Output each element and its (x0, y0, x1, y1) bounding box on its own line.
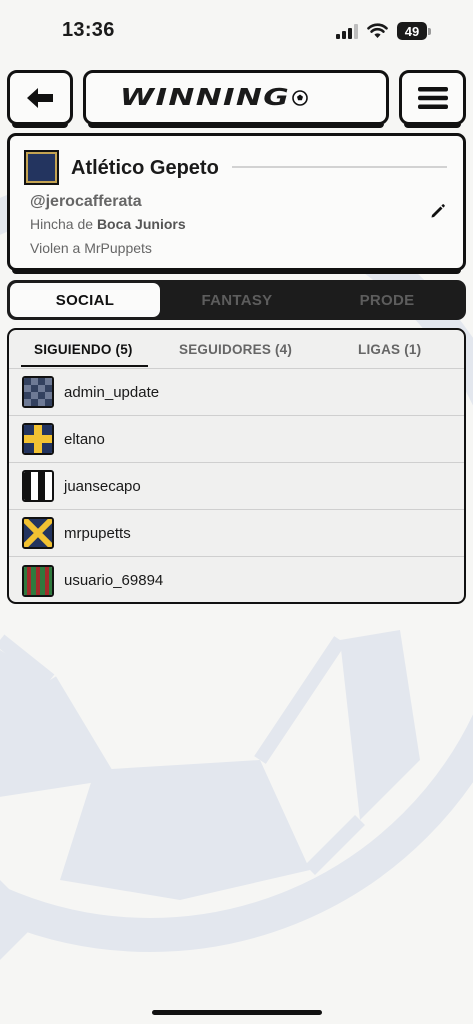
wifi-icon (367, 23, 388, 38)
username: @jerocafferata (30, 193, 142, 210)
user-name: usuario_69894 (64, 572, 164, 589)
tab-social[interactable]: SOCIAL (10, 283, 160, 317)
user-badge (22, 423, 54, 455)
profile-card: Atlético Gepeto @jerocafferata Hincha de… (7, 133, 466, 274)
user-badge (22, 376, 54, 408)
list-item[interactable]: juansecapo (9, 463, 464, 510)
social-list-card: SIGUIENDO (5) SEGUIDORES (4) LIGAS (1) a… (7, 328, 466, 604)
tab-fantasy[interactable]: FANTASY (162, 283, 312, 317)
status-time: 13:36 (62, 19, 115, 41)
user-name: admin_update (64, 383, 160, 401)
tab-prode[interactable]: PRODE (312, 283, 462, 317)
back-button[interactable] (7, 70, 73, 128)
hamburger-menu-icon (417, 86, 448, 109)
user-badge (22, 517, 54, 549)
list-item[interactable]: eltano (9, 416, 464, 463)
list-item[interactable]: usuario_69894 (9, 557, 464, 602)
menu-button[interactable] (399, 70, 466, 128)
supporter-of: Hincha de Boca Juniors (30, 216, 186, 232)
home-indicator[interactable] (152, 1010, 322, 1015)
active-tab-indicator (21, 365, 148, 367)
app-header: WINNING (7, 70, 466, 128)
app-logo: WINNING (83, 70, 389, 128)
team-name: Atlético Gepeto (71, 157, 219, 179)
tab-ligas[interactable]: LIGAS (1) (358, 342, 421, 357)
status-bar: 13:36 49 (0, 0, 473, 62)
tab-siguiendo[interactable]: SIGUIENDO (5) (34, 342, 133, 357)
battery-level: 49 (397, 22, 427, 40)
team-badge (24, 150, 59, 185)
user-badge (22, 470, 54, 502)
profile-bio: Violen a MrPuppets (30, 240, 152, 256)
social-sub-tabs: SIGUIENDO (5) SEGUIDORES (4) LIGAS (1) (9, 330, 464, 369)
tab-seguidores[interactable]: SEGUIDORES (4) (179, 342, 292, 357)
supporter-prefix: Hincha de (30, 216, 94, 232)
user-name: juansecapo (64, 477, 141, 495)
main-tabs: SOCIAL FANTASY PRODE (7, 280, 466, 320)
divider (232, 166, 447, 168)
battery-icon: 49 (397, 22, 431, 40)
user-badge (22, 564, 54, 597)
supported-team: Boca Juniors (96, 216, 186, 232)
status-icons: 49 (336, 22, 431, 40)
soccer-ball-icon (291, 89, 308, 106)
user-name: mrpupetts (64, 524, 131, 542)
list-item[interactable]: mrpupetts (9, 510, 464, 557)
list-item[interactable]: admin_update (9, 369, 464, 416)
signal-icon (336, 23, 358, 39)
user-name: eltano (64, 430, 105, 448)
pencil-edit-icon[interactable] (429, 202, 447, 220)
arrow-left-icon (27, 87, 53, 108)
logo-text: WINNING (120, 84, 291, 111)
